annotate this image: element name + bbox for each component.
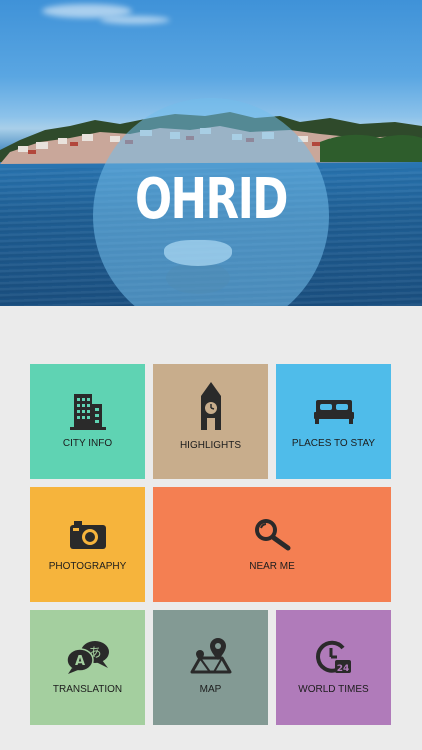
tile-highlights[interactable]: HIGHLIGHTS	[153, 364, 268, 479]
camera-icon	[69, 521, 106, 549]
translation-bubbles-icon: あ A	[65, 641, 109, 674]
clock-tower-icon	[200, 382, 221, 430]
magnifier-icon	[255, 519, 291, 551]
svg-text:24: 24	[336, 664, 349, 674]
tile-near-me[interactable]: NEAR ME	[153, 487, 391, 602]
svg-text:A: A	[74, 654, 84, 669]
hero-banner: OHRID	[0, 0, 422, 306]
tile-label: TRANSLATION	[52, 684, 123, 695]
tile-label: WORLD TIMES	[298, 684, 369, 695]
building-icon	[69, 394, 106, 430]
tile-label: CITY INFO	[62, 438, 113, 449]
tile-translation[interactable]: あ A TRANSLATION	[30, 610, 145, 725]
clock-24-icon: 24	[315, 640, 351, 674]
tile-label: PLACES TO STAY	[291, 438, 376, 449]
tile-label: MAP	[199, 684, 222, 695]
tile-label: NEAR ME	[249, 561, 295, 572]
map-pin-icon	[190, 638, 231, 674]
bed-icon	[313, 400, 354, 424]
city-title: OHRID	[134, 167, 289, 232]
tile-label: HIGHLIGHTS	[179, 440, 242, 451]
tile-places-to-stay[interactable]: PLACES TO STAY	[276, 364, 391, 479]
tile-photography[interactable]: PHOTOGRAPHY	[30, 487, 145, 602]
tile-map[interactable]: MAP	[153, 610, 268, 725]
cloud	[100, 16, 170, 24]
tile-world-times[interactable]: 24 WORLD TIMES	[276, 610, 391, 725]
tile-label: PHOTOGRAPHY	[48, 561, 127, 572]
tile-city-info[interactable]: CITY INFO	[30, 364, 145, 479]
